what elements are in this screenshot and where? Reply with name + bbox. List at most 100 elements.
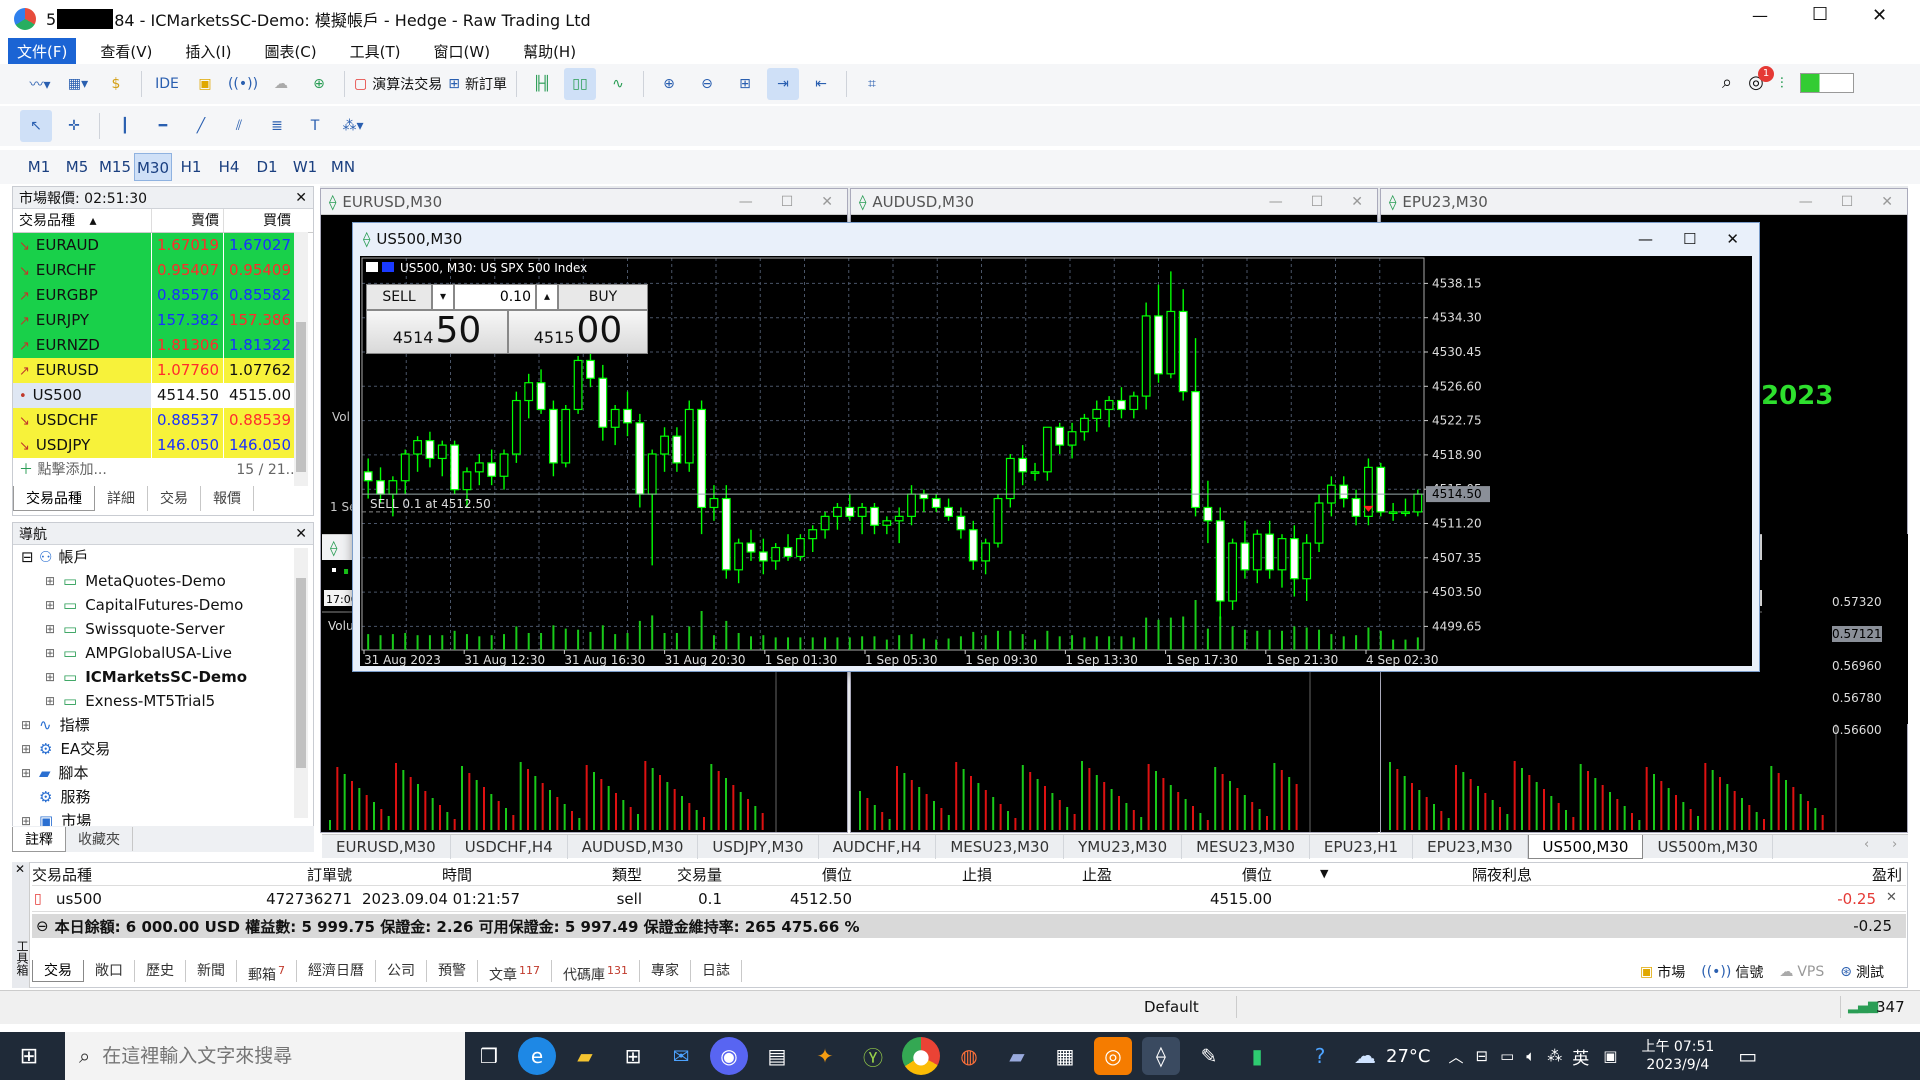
expand-icon[interactable]: ⊞ [21, 737, 39, 761]
scroll-thumb[interactable] [296, 578, 306, 768]
globe-add-icon[interactable]: ⊕ [303, 68, 335, 100]
expand-icon[interactable]: ⊞ [45, 689, 63, 713]
menu-item[interactable]: 文件(F) [8, 37, 77, 65]
market-watch-tab[interactable]: 交易品種 [13, 486, 95, 511]
close-icon[interactable]: ✕ [295, 190, 307, 206]
app-icon[interactable]: ✎ [1190, 1037, 1228, 1075]
fibonacci-icon[interactable]: ≣ [261, 110, 293, 142]
trade-col-header[interactable]: 止損 [852, 864, 992, 885]
trade-col-header[interactable]: 盈利 [1532, 864, 1902, 885]
minimize-icon[interactable]: — [739, 194, 753, 210]
crosshair-icon[interactable]: ✛ [58, 110, 90, 142]
toolbox-tab[interactable]: 公司 [376, 960, 427, 982]
screenshot-icon[interactable]: ⌗ [856, 68, 888, 100]
us500-window-header[interactable]: ⟠ US500,M30 — ☐ ✕ [353, 223, 1759, 255]
chart-tab[interactable]: USDCHF,H4 [451, 835, 568, 859]
file-explorer-icon[interactable]: ▰ [566, 1037, 604, 1075]
cloud-icon[interactable]: ☁ [265, 68, 297, 100]
market-watch-row[interactable]: ↗ EURJPY 157.382 157.386 [13, 308, 313, 333]
chart-tab[interactable]: US500m,M30 [1643, 835, 1773, 859]
search-icon[interactable]: ⌕ [1722, 72, 1732, 93]
toolbox-tab[interactable]: 交易 [32, 960, 84, 982]
edge-icon[interactable]: e [518, 1037, 556, 1075]
market-watch-scrollbar[interactable] [294, 232, 308, 486]
market-watch-tab[interactable]: 報價 [201, 486, 254, 511]
col-ask[interactable]: 買價 [223, 209, 295, 232]
text-icon[interactable]: T [299, 110, 331, 142]
menu-item[interactable]: 圖表(C) [255, 38, 325, 65]
trendline-icon[interactable]: ╱ [185, 110, 217, 142]
close-icon[interactable]: ✕ [1351, 194, 1363, 210]
chart-tab[interactable]: MESU23,M30 [1182, 835, 1310, 859]
expand-icon[interactable]: ⊞ [45, 665, 63, 689]
toolbox-tab[interactable]: 歷史 [135, 960, 186, 982]
shapes-icon[interactable]: ⁂▾ [337, 110, 369, 142]
zoom-in-icon[interactable]: ⊕ [653, 68, 685, 100]
ime-mode-icon[interactable]: ⁂ [1547, 1047, 1562, 1065]
market-watch-row[interactable]: ↗ EURGBP 0.85576 0.85582 [13, 283, 313, 308]
trade-col-header[interactable]: 交易品種 [32, 864, 212, 885]
market-watch-row[interactable]: ↘ EURCHF 0.95407 0.95409 [13, 258, 313, 283]
chart-tab[interactable]: AUDUSD,M30 [568, 835, 699, 859]
toolbox-link[interactable]: ▣ 市場 [1640, 962, 1685, 982]
ide-button[interactable]: IDE [151, 68, 183, 100]
market-watch-row[interactable]: ↗ EURNZD 1.81306 1.81322 [13, 333, 313, 358]
task-view-icon[interactable]: ❒ [470, 1037, 508, 1075]
menu-item[interactable]: 查看(V) [91, 38, 161, 65]
add-symbol-row[interactable]: ＋ 點擊添加... 15 / 21... [13, 458, 313, 483]
horizontal-line-icon[interactable]: ━ [147, 110, 179, 142]
row-close-icon[interactable]: ✕ [1886, 890, 1897, 905]
new-order-button[interactable]: ⊞ 新訂單 [448, 68, 507, 100]
navigator-tab[interactable]: 收藏夾 [66, 827, 133, 851]
navigator-tab[interactable]: 註釋 [12, 826, 66, 852]
menu-item[interactable]: 工具(T) [341, 38, 410, 65]
chart-template-icon[interactable]: ▦▾ [62, 68, 94, 100]
one-click-icon[interactable] [382, 262, 394, 272]
chart-shift-icon[interactable]: ⇤ [805, 68, 837, 100]
expand-icon[interactable]: ⊞ [45, 593, 63, 617]
nav-script-folder[interactable]: ⊞ ▰ 腳本 [21, 761, 313, 785]
navigator-scrollbar[interactable] [294, 548, 308, 818]
toolbox-link[interactable]: ((•)) 信號 [1701, 962, 1763, 982]
taskbar-search-input[interactable] [102, 1045, 423, 1067]
trade-col-header[interactable]: 交易量 [652, 864, 722, 885]
eurusd-window-header[interactable]: ⟠ EURUSD,M30 — ☐ ✕ [321, 189, 847, 215]
close-icon[interactable]: ✕ [1726, 230, 1739, 248]
nav-server[interactable]: ⊞ ▭ AMPGlobalUSA-Live [21, 641, 313, 665]
toolbox-tab[interactable]: 經濟日曆 [297, 960, 376, 982]
channel-icon[interactable]: ⫽ [223, 110, 255, 142]
tray-chevron-icon[interactable]: ︿ [1448, 1046, 1463, 1067]
chrome-icon[interactable]: ● [902, 1037, 940, 1075]
trade-col-header[interactable]: 價位 [1122, 864, 1272, 885]
notification-center-icon[interactable]: ▭ [1738, 1044, 1757, 1068]
nav-server[interactable]: ⊞ ▭ CapitalFutures-Demo [21, 593, 313, 617]
col-symbol[interactable]: 交易品種 ▴ [13, 209, 151, 232]
minimize-button[interactable]: — [1752, 6, 1768, 25]
trade-row[interactable]: us500 472736271 2023.09.04 01:21:57 sell 0.1… [32, 888, 1906, 912]
maximize-button[interactable]: ☐ [1812, 4, 1828, 25]
market-bag-icon[interactable]: ▣ [189, 68, 221, 100]
toolbox-tab[interactable]: 文章 117 [478, 960, 552, 984]
candlestick-icon[interactable]: ▯▯ [563, 68, 596, 100]
discord-icon[interactable]: ◉ [710, 1037, 748, 1075]
chart-tab[interactable]: USDJPY,M30 [698, 835, 819, 859]
scroll-thumb[interactable] [296, 322, 306, 472]
volume-down-button[interactable]: ▾ [432, 284, 454, 310]
sl-dropdown-icon[interactable]: ▼ [1320, 867, 1328, 880]
help-icon[interactable]: ? [1301, 1037, 1339, 1075]
chart-tab[interactable]: YMU23,M30 [1064, 835, 1183, 859]
market-watch-row[interactable]: ↘ EURAUD 1.67019 1.67027 [13, 233, 313, 258]
timeframe-mn[interactable]: MN [324, 153, 362, 181]
trade-col-header[interactable]: 隔夜利息 [1362, 864, 1532, 885]
toolbox-tab[interactable]: 新聞 [186, 960, 237, 982]
chart-menu-icon[interactable] [366, 262, 378, 272]
calculator-icon[interactable]: ▦ [1046, 1037, 1084, 1075]
clock[interactable]: 上午 07:51 2023/9/4 [1641, 1038, 1714, 1074]
app-icon[interactable]: Ⓨ [854, 1037, 892, 1075]
timeframe-m1[interactable]: M1 [20, 153, 58, 181]
expand-icon[interactable]: ⊞ [21, 713, 39, 737]
market-watch-tab[interactable]: 交易 [148, 486, 201, 511]
market-watch-row[interactable]: ↘ USDCHF 0.88537 0.88539 [13, 408, 313, 433]
timeframe-m5[interactable]: M5 [58, 153, 96, 181]
toolbox-tab[interactable]: 日誌 [691, 960, 742, 982]
